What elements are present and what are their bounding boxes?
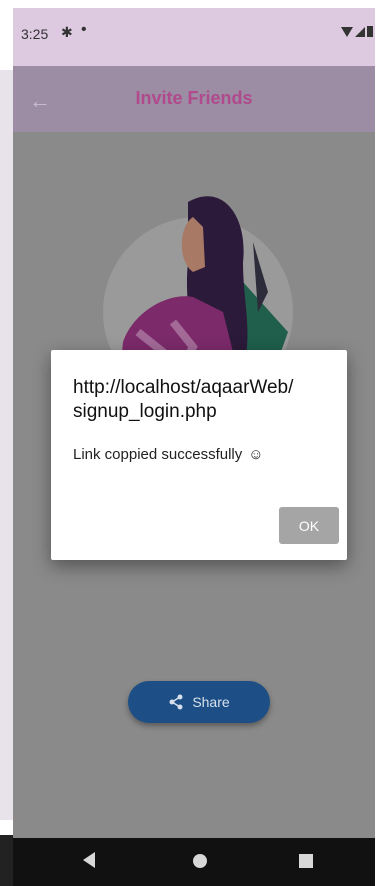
page-title: Invite Friends <box>135 88 253 108</box>
smiling-face-emoji-icon: ☺ <box>248 446 264 463</box>
share-button[interactable]: Share <box>128 681 270 723</box>
nav-recent-apps-icon[interactable] <box>299 854 313 868</box>
wifi-icon <box>341 27 353 37</box>
dialog-message-text: Link coppied successfully <box>73 446 243 463</box>
battery-icon <box>367 26 373 37</box>
status-bar: 3:25 ✱ • <box>13 8 375 66</box>
status-icons <box>341 26 373 37</box>
app-bar: ← Invite Friends <box>13 66 375 132</box>
system-nav-bar <box>13 838 375 886</box>
cellular-icon <box>355 27 365 37</box>
gear-icon: ✱ <box>61 24 73 40</box>
dialog-title: http://localhost/aqaarWeb/ signup_login.… <box>73 377 294 422</box>
nav-home-icon[interactable] <box>193 854 207 868</box>
notification-dot-icon: • <box>81 21 87 38</box>
left-edge-tint <box>0 70 13 820</box>
dialog-message: Link coppied successfully ☺ <box>73 446 264 463</box>
ok-button[interactable]: OK <box>279 507 339 544</box>
share-button-label: Share <box>192 694 230 710</box>
left-edge <box>0 0 13 886</box>
alert-dialog: http://localhost/aqaarWeb/ signup_login.… <box>51 350 347 560</box>
status-time: 3:25 <box>21 26 49 42</box>
left-edge-dark <box>0 835 13 886</box>
phone-screen: 3:25 ✱ • ← Invite Friends Share http://l… <box>13 8 375 886</box>
share-icon <box>169 694 183 710</box>
nav-back-icon[interactable] <box>83 852 95 868</box>
